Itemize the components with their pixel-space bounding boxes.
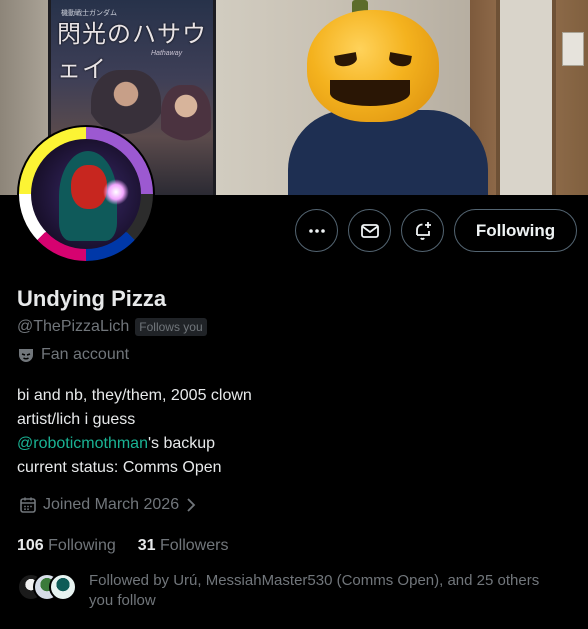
poster-figure: [161, 85, 211, 155]
followers-count: 31: [137, 537, 156, 554]
profile-name: Undying Pizza: [17, 286, 167, 311]
bio-mention-suffix: 's backup: [147, 435, 216, 452]
profile-bio: bi and nb, they/them, 2005 clown artist/…: [17, 384, 252, 480]
follow-stats: 106 Following 31 Followers: [17, 537, 228, 555]
bio-line: bi and nb, they/them, 2005 clown: [17, 387, 252, 404]
mask-icon: [19, 349, 33, 362]
notifications-button[interactable]: [401, 209, 444, 252]
bio-line: current status: Comms Open: [17, 459, 222, 476]
follower-avatars: [17, 573, 77, 601]
bio-line: @roboticmothman's backup: [17, 432, 252, 456]
poster-english: Hathaway: [151, 50, 183, 57]
following-count: 106: [17, 537, 44, 554]
bell-plus-icon: [415, 221, 431, 240]
calendar-icon: [20, 497, 36, 513]
following-button[interactable]: Following: [454, 209, 577, 252]
profile-avatar[interactable]: [17, 125, 155, 263]
pumpkin-mouth: [330, 80, 410, 106]
chevron-right-icon: [187, 498, 196, 512]
joined-label: Joined March 2026: [43, 496, 180, 513]
avatar-mask: [71, 165, 107, 209]
bio-line: artist/lich i guess: [17, 411, 136, 428]
envelope-icon: [360, 223, 379, 238]
profile-category: Fan account: [17, 346, 129, 364]
followers-stat[interactable]: 31 Followers: [138, 537, 229, 555]
category-label: Fan account: [41, 346, 130, 363]
banner-person: [288, 110, 488, 195]
following-stat[interactable]: 106 Following: [17, 537, 116, 555]
followers-stat-label: Followers: [160, 537, 229, 554]
followed-by-text: Followed by Urú, MessiahMaster530 (Comms…: [89, 572, 540, 609]
followed-by-row[interactable]: Followed by Urú, MessiahMaster530 (Comms…: [17, 571, 577, 611]
handle-row: @ThePizzaLich Follows you: [17, 318, 207, 336]
pumpkin-eye: [388, 52, 412, 68]
profile-handle: @ThePizzaLich: [17, 318, 130, 335]
more-button[interactable]: [295, 209, 338, 252]
following-stat-label: Following: [48, 537, 116, 554]
pumpkin-eye: [334, 52, 358, 68]
banner-door-panel: [496, 0, 556, 195]
avatar-image: [31, 139, 141, 249]
avatar-glow: [103, 179, 129, 205]
follower-avatar: [49, 573, 77, 601]
more-horizontal-icon: [308, 228, 325, 233]
joined-date[interactable]: Joined March 2026: [19, 496, 197, 514]
follows-you-badge: Follows you: [135, 318, 207, 336]
bio-mention-link[interactable]: @roboticmothman: [17, 435, 148, 452]
light-switch: [562, 32, 584, 66]
message-button[interactable]: [348, 209, 391, 252]
